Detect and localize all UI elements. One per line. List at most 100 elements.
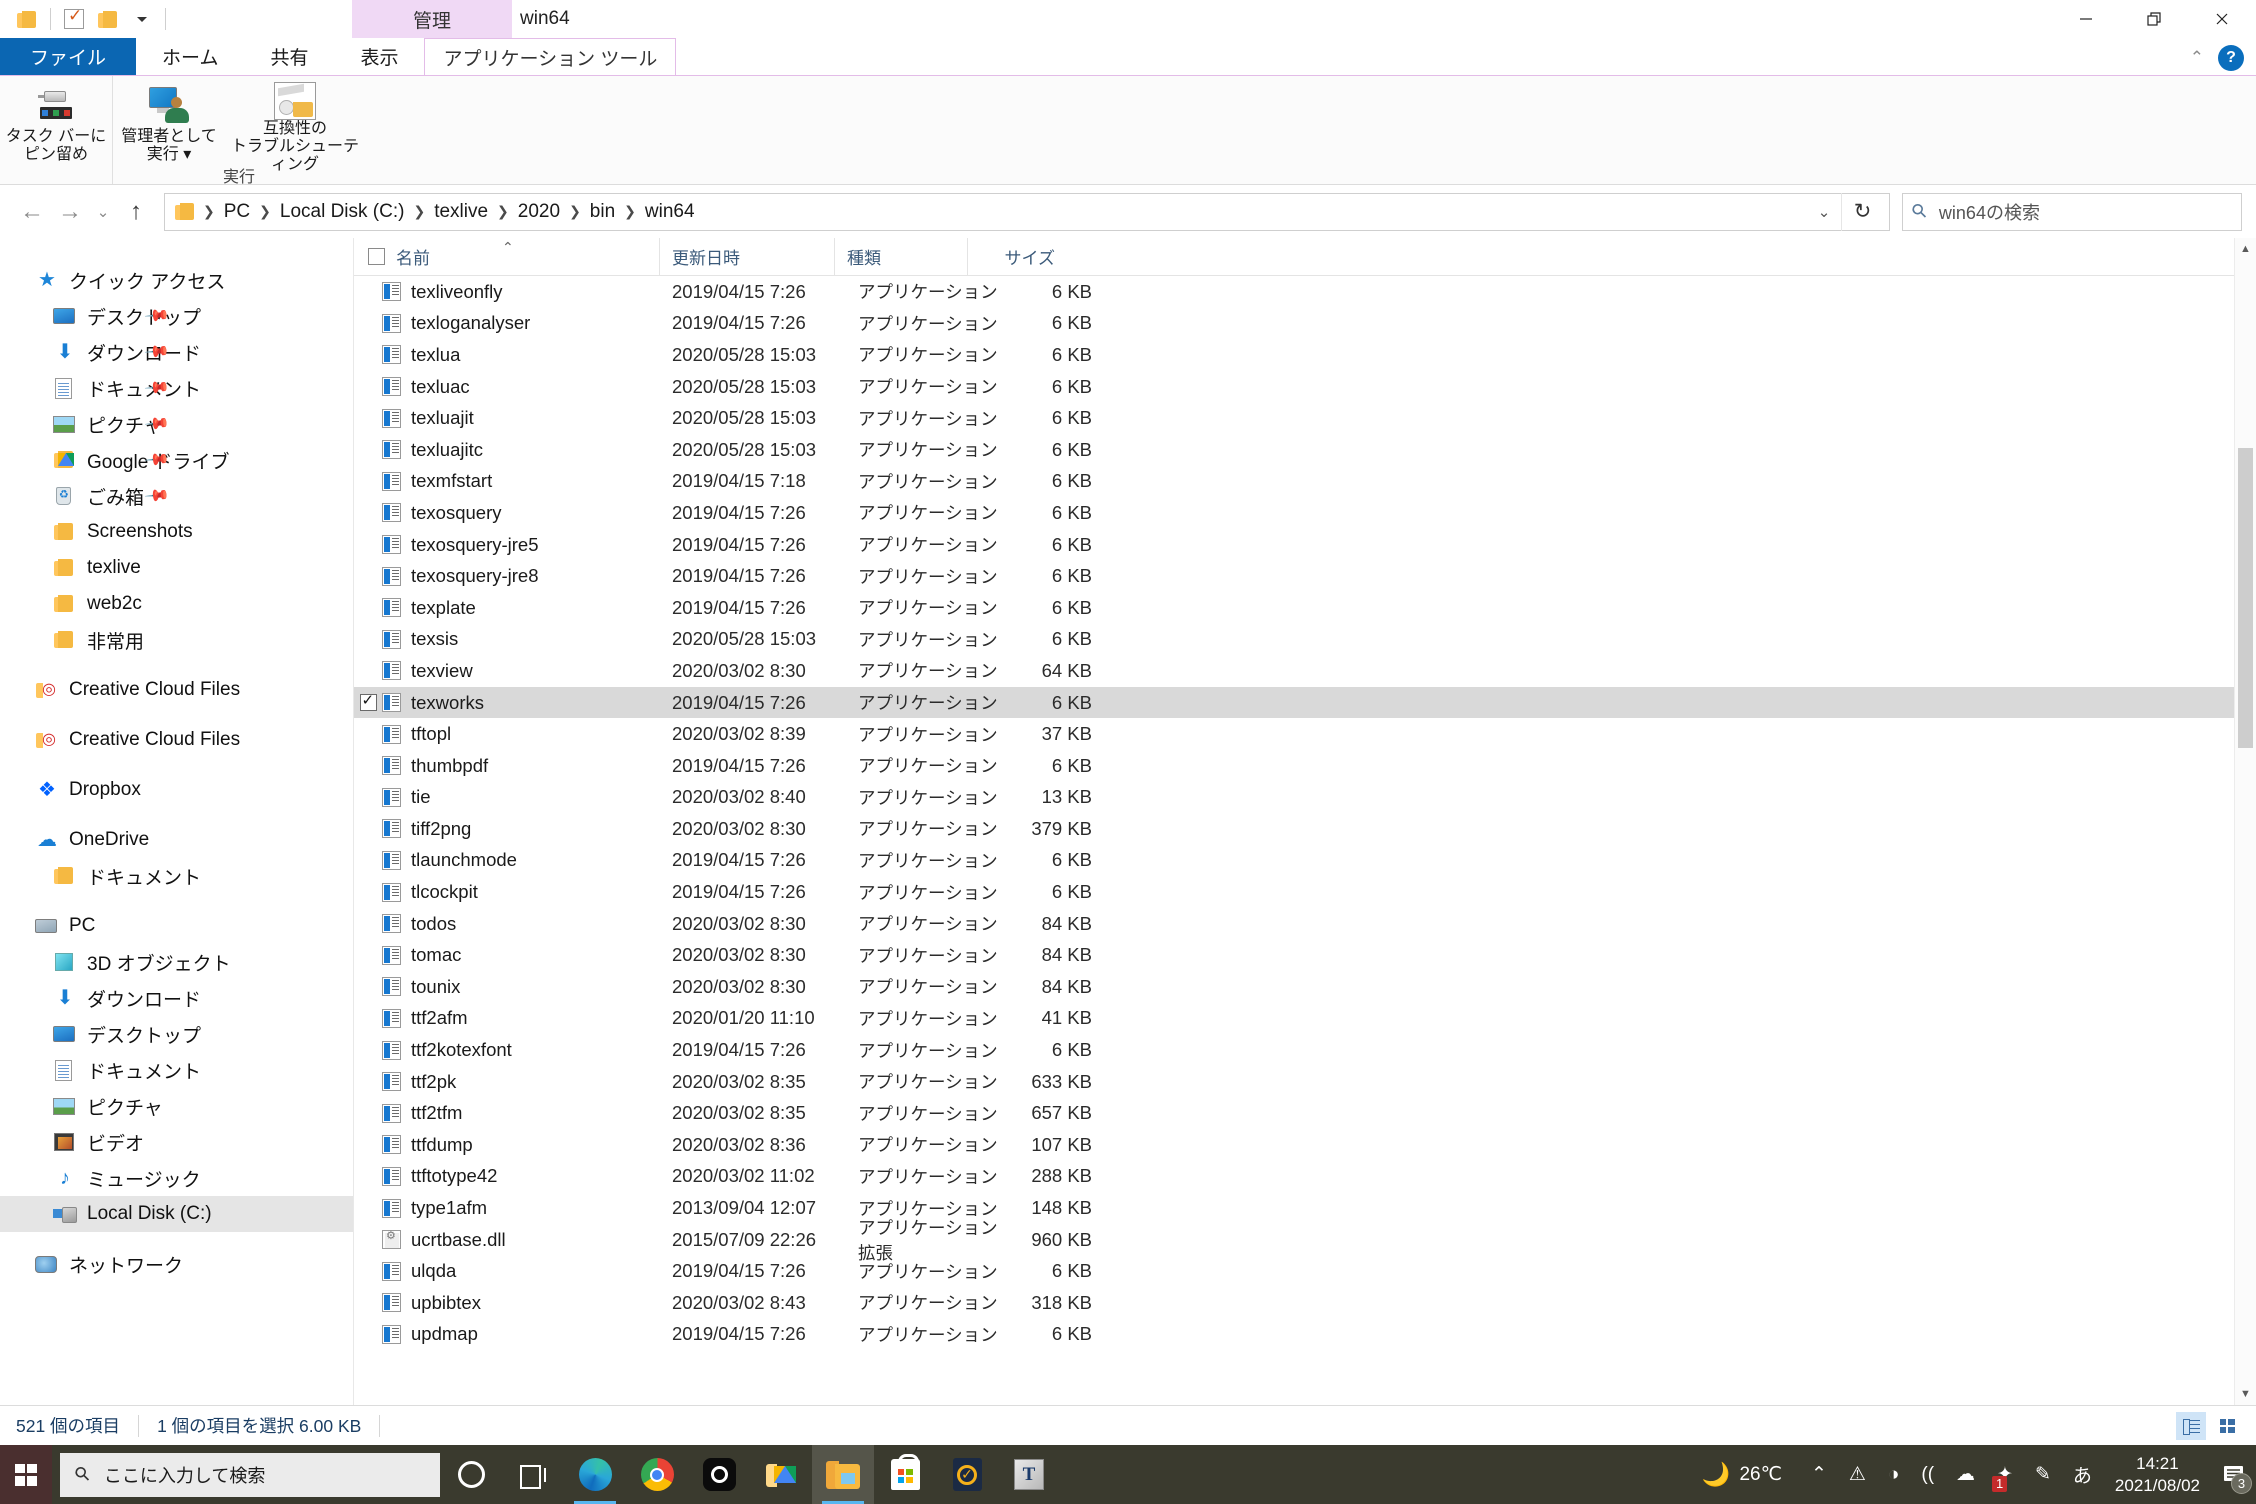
file-rows-container[interactable]: texliveonfly 2019/04/15 7:26 アプリケーション 6 KB t… [354, 276, 2256, 1405]
sidebar-item-creative-cloud-files-1[interactable]: Creative Cloud Files [0, 672, 353, 708]
sidebar-item-3d-objects[interactable]: 3D オブジェクト [0, 944, 353, 980]
column-header-name[interactable]: 名前 ⌃ [354, 238, 659, 276]
table-row[interactable]: ttftotype42 2020/03/02 11:02 アプリケーション 288 K… [354, 1161, 2256, 1193]
large-icons-view-button[interactable] [2212, 1412, 2242, 1440]
edge-button[interactable] [564, 1445, 626, 1504]
file-explorer-button[interactable] [812, 1445, 874, 1504]
table-row[interactable]: texmfstart 2019/04/15 7:18 アプリケーション 6 KB [354, 466, 2256, 498]
clock[interactable]: 14:21 2021/08/02 [2103, 1453, 2212, 1497]
table-row[interactable]: tlcockpit 2019/04/15 7:26 アプリケーション 6 KB [354, 876, 2256, 908]
table-row[interactable]: upbibtex 2020/03/02 8:43 アプリケーション 318 KB [354, 1287, 2256, 1319]
sidebar-item-pc-desktop[interactable]: デスクトップ [0, 1016, 353, 1052]
sidebar-item-onedrive-documents[interactable]: ドキュメント [0, 858, 353, 894]
microsoft-store-button[interactable] [874, 1445, 936, 1504]
refresh-button[interactable]: ↻ [1841, 192, 1883, 231]
breadcrumb-item-local-disk[interactable]: Local Disk (C:) [273, 198, 412, 226]
pin-to-taskbar-button[interactable]: タスク バーに ピン留め [0, 76, 112, 164]
table-row[interactable]: ttf2pk 2020/03/02 8:35 アプリケーション 633 KB [354, 1066, 2256, 1098]
sidebar-item-documents[interactable]: ドキュメント 📌 [0, 370, 353, 406]
vertical-scrollbar[interactable]: ▲ ▼ [2234, 238, 2256, 1405]
table-row[interactable]: texplate 2019/04/15 7:26 アプリケーション 6 KB [354, 592, 2256, 624]
table-row[interactable]: texlua 2020/05/28 15:03 アプリケーション 6 KB [354, 339, 2256, 371]
sidebar-item-pc-pictures[interactable]: ピクチャ [0, 1088, 353, 1124]
column-header-size[interactable]: サイズ [967, 237, 1065, 276]
chrome-button[interactable] [626, 1445, 688, 1504]
sidebar-item-pc[interactable]: PC [0, 908, 353, 944]
row-checkbox-cell[interactable] [354, 691, 382, 712]
taskbar-search-input[interactable]: ⚲ ここに入力して検索 [60, 1452, 440, 1497]
table-row[interactable]: ttfdump 2020/03/02 8:36 アプリケーション 107 KB [354, 1129, 2256, 1161]
table-row[interactable]: texview 2020/03/02 8:30 アプリケーション 64 KB [354, 655, 2256, 687]
breadcrumb-item-texlive[interactable]: texlive [427, 198, 495, 226]
pen-icon[interactable]: ✎ [2024, 1445, 2062, 1504]
start-button[interactable] [0, 1445, 52, 1504]
table-row[interactable]: ttf2kotexfont 2019/04/15 7:26 アプリケーション 6 KB [354, 1034, 2256, 1066]
compatibility-troubleshooting-button[interactable]: 互換性の トラブルシューティング [225, 76, 365, 173]
scroll-up-arrow[interactable]: ▲ [2235, 238, 2256, 260]
table-row[interactable]: ttf2afm 2020/01/20 11:10 アプリケーション 41 KB [354, 1003, 2256, 1035]
sidebar-item-google-drive[interactable]: Google ドライブ 📌 [0, 442, 353, 478]
table-row[interactable]: texluac 2020/05/28 15:03 アプリケーション 6 KB [354, 371, 2256, 403]
sidebar-item-network[interactable]: ネットワーク [0, 1246, 353, 1282]
sidebar-item-pc-documents[interactable]: ドキュメント [0, 1052, 353, 1088]
column-header-type[interactable]: 種類 [834, 237, 967, 276]
minimize-button[interactable] [2052, 0, 2120, 38]
display-warning-icon[interactable]: ⚠ [1838, 1445, 1877, 1504]
search-input[interactable]: ⚲ win64の検索 [1902, 192, 2242, 231]
table-row[interactable]: tftopl 2020/03/02 8:39 アプリケーション 37 KB [354, 718, 2256, 750]
task-view-button[interactable] [502, 1445, 564, 1504]
sidebar-item-onedrive[interactable]: ☁ OneDrive [0, 822, 353, 858]
volume-icon[interactable]: ◑ [1877, 1445, 1910, 1504]
table-row[interactable]: tlaunchmode 2019/04/15 7:26 アプリケーション 6 KB [354, 845, 2256, 877]
table-row[interactable]: ulqda 2019/04/15 7:26 アプリケーション 6 KB [354, 1255, 2256, 1287]
wifi-icon[interactable]: (( [1910, 1445, 1945, 1504]
sidebar-item-pc-downloads[interactable]: ⬇ ダウンロード [0, 980, 353, 1016]
sidebar-item-texlive[interactable]: texlive [0, 550, 353, 586]
table-row[interactable]: texosquery 2019/04/15 7:26 アプリケーション 6 KB [354, 497, 2256, 529]
scroll-down-arrow[interactable]: ▼ [2235, 1383, 2256, 1405]
table-row[interactable]: tie 2020/03/02 8:40 アプリケーション 13 KB [354, 782, 2256, 814]
breadcrumb-item-bin[interactable]: bin [583, 198, 622, 226]
breadcrumb-item-pc[interactable]: PC [217, 198, 257, 226]
table-row[interactable]: texluajit 2020/05/28 15:03 アプリケーション 6 KB [354, 402, 2256, 434]
ime-icon[interactable]: あ [2062, 1445, 2103, 1504]
new-folder-button[interactable] [91, 4, 125, 34]
sidebar-item-music[interactable]: ♪ ミュージック [0, 1160, 353, 1196]
table-row[interactable]: updmap 2019/04/15 7:26 アプリケーション 6 KB [354, 1319, 2256, 1351]
creative-cloud-tray-icon[interactable]: ✦ 1 [1986, 1445, 2024, 1504]
table-row[interactable]: texloganalyser 2019/04/15 7:26 アプリケーション 6 K… [354, 308, 2256, 340]
properties-button[interactable] [57, 4, 91, 34]
action-center-button[interactable]: 3 [2212, 1445, 2256, 1504]
tab-application-tools[interactable]: アプリケーション ツール [424, 38, 677, 75]
tab-view[interactable]: 表示 [334, 38, 424, 75]
help-button[interactable]: ? [2218, 45, 2244, 71]
table-row[interactable]: tounix 2020/03/02 8:30 アプリケーション 84 KB [354, 971, 2256, 1003]
sidebar-item-dropbox[interactable]: ❖ Dropbox [0, 772, 353, 808]
system-menu-button[interactable] [10, 4, 44, 34]
sidebar-item-downloads[interactable]: ⬇ ダウンロード 📌 [0, 334, 353, 370]
sidebar-item-hijouyou[interactable]: 非常用 [0, 622, 353, 658]
sidebar-item-quick-access[interactable]: ★ クイック アクセス [0, 262, 353, 298]
details-view-button[interactable] [2176, 1411, 2206, 1440]
table-row[interactable]: ttf2tfm 2020/03/02 8:35 アプリケーション 657 KB [354, 1097, 2256, 1129]
recent-locations-button[interactable]: ⌄ [90, 194, 116, 230]
sidebar-item-local-disk-c[interactable]: Local Disk (C:) [0, 1196, 353, 1232]
breadcrumb[interactable]: ❯ PC ❯ Local Disk (C:) ❯ texlive ❯ 2020 … [164, 192, 1890, 231]
row-checkbox[interactable] [359, 691, 377, 712]
texworks-button[interactable]: T [998, 1445, 1060, 1504]
tab-file[interactable]: ファイル [0, 38, 137, 75]
sidebar-item-web2c[interactable]: web2c [0, 586, 353, 622]
table-row[interactable]: tomac 2020/03/02 8:30 アプリケーション 84 KB [354, 939, 2256, 971]
collapse-ribbon-icon[interactable]: ⌃ [2190, 48, 2204, 68]
table-row[interactable]: texluajitc 2020/05/28 15:03 アプリケーション 6 KB [354, 434, 2256, 466]
table-row[interactable]: thumbpdf 2019/04/15 7:26 アプリケーション 6 KB [354, 750, 2256, 782]
table-row[interactable]: texworks 2019/04/15 7:26 アプリケーション 6 KB [354, 686, 2256, 719]
customize-qat-button[interactable] [125, 4, 159, 34]
cortana-button[interactable] [440, 1445, 502, 1504]
close-button[interactable] [2188, 0, 2256, 38]
breadcrumb-item-2020[interactable]: 2020 [511, 198, 567, 226]
table-row[interactable]: texosquery-jre8 2019/04/15 7:26 アプリケーション 6 … [354, 560, 2256, 592]
column-header-date[interactable]: 更新日時 [659, 237, 834, 276]
table-row[interactable]: type1afm 2013/09/04 12:07 アプリケーション 148 KB [354, 1192, 2256, 1224]
norton-button[interactable]: ✓ [936, 1445, 998, 1504]
